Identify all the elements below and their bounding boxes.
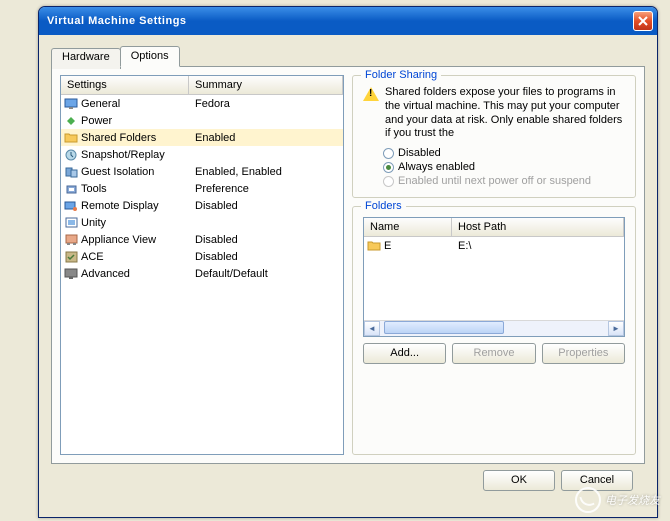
add-button[interactable]: Add... <box>363 343 446 364</box>
folder-row[interactable]: E E:\ <box>364 237 624 254</box>
radio-always[interactable]: Always enabled <box>383 161 625 173</box>
clock-icon <box>63 147 79 163</box>
folder-sharing-group: Folder Sharing Shared folders expose you… <box>352 75 636 198</box>
col-summary[interactable]: Summary <box>189 76 343 95</box>
folders-header: Name Host Path <box>364 218 624 237</box>
tab-options[interactable]: Options <box>120 46 180 67</box>
warning-text: Shared folders expose your files to prog… <box>385 86 625 141</box>
dialog-buttons: OK Cancel <box>51 464 645 491</box>
list-item-tools[interactable]: ToolsPreference <box>61 180 343 197</box>
scroll-left-button[interactable]: ◄ <box>364 321 380 336</box>
remote-icon <box>63 198 79 214</box>
radio-icon <box>383 162 394 173</box>
remove-button: Remove <box>452 343 535 364</box>
list-item-appliance-view[interactable]: Appliance ViewDisabled <box>61 231 343 248</box>
hscrollbar[interactable]: ◄ ► <box>364 320 624 336</box>
properties-button: Properties <box>542 343 625 364</box>
monitor-icon <box>63 96 79 112</box>
titlebar: Virtual Machine Settings <box>39 7 657 35</box>
folder-icon <box>366 238 382 254</box>
list-body: GeneralFedora Power Shared FoldersEnable… <box>61 95 343 282</box>
scroll-thumb[interactable] <box>384 321 504 334</box>
list-header: Settings Summary <box>61 76 343 95</box>
warning-row: Shared folders expose your files to prog… <box>363 86 625 141</box>
ace-icon <box>63 249 79 265</box>
col-settings[interactable]: Settings <box>61 76 189 95</box>
list-item-power[interactable]: Power <box>61 112 343 129</box>
folder-buttons: Add... Remove Properties <box>363 343 625 364</box>
list-item-unity[interactable]: Unity <box>61 214 343 231</box>
scroll-track[interactable] <box>380 321 608 336</box>
tab-hardware[interactable]: Hardware <box>51 48 121 69</box>
list-item-guest-isolation[interactable]: Guest IsolationEnabled, Enabled <box>61 163 343 180</box>
close-button[interactable] <box>633 11 653 31</box>
radio-disabled[interactable]: Disabled <box>383 147 625 159</box>
unity-icon <box>63 215 79 231</box>
tab-strip: Hardware Options <box>51 46 645 67</box>
scroll-right-button[interactable]: ► <box>608 321 624 336</box>
folders-body: E E:\ <box>364 237 624 320</box>
isolation-icon <box>63 164 79 180</box>
col-hostpath[interactable]: Host Path <box>452 218 624 237</box>
settings-list: Settings Summary GeneralFedora Power <box>60 75 344 455</box>
right-column: Folder Sharing Shared folders expose you… <box>352 75 636 455</box>
cancel-button[interactable]: Cancel <box>561 470 633 491</box>
list-item-advanced[interactable]: AdvancedDefault/Default <box>61 265 343 282</box>
settings-window: Virtual Machine Settings Hardware Option… <box>38 6 658 518</box>
left-column: Settings Summary GeneralFedora Power <box>60 75 344 455</box>
content-area: Hardware Options Settings Summary Genera… <box>39 35 657 499</box>
list-item-ace[interactable]: ACEDisabled <box>61 248 343 265</box>
folders-group: Folders Name Host Path E E:\ <box>352 206 636 455</box>
close-icon <box>638 16 648 26</box>
tab-panel: Settings Summary GeneralFedora Power <box>51 66 645 464</box>
list-item-remote-display[interactable]: Remote DisplayDisabled <box>61 197 343 214</box>
tools-icon <box>63 181 79 197</box>
radio-icon <box>383 148 394 159</box>
sharing-legend: Folder Sharing <box>361 69 441 81</box>
col-name[interactable]: Name <box>364 218 452 237</box>
warning-icon <box>363 87 379 101</box>
folder-icon <box>63 130 79 146</box>
radio-until-poweroff: Enabled until next power off or suspend <box>383 175 625 187</box>
radio-icon <box>383 176 394 187</box>
list-item-snapshot[interactable]: Snapshot/Replay <box>61 146 343 163</box>
folders-legend: Folders <box>361 200 406 212</box>
list-item-general[interactable]: GeneralFedora <box>61 95 343 112</box>
ok-button[interactable]: OK <box>483 470 555 491</box>
appliance-icon <box>63 232 79 248</box>
folders-list: Name Host Path E E:\ ◄ <box>363 217 625 337</box>
window-title: Virtual Machine Settings <box>47 15 633 27</box>
power-icon <box>63 113 79 129</box>
advanced-icon <box>63 266 79 282</box>
list-item-shared-folders[interactable]: Shared FoldersEnabled <box>61 129 343 146</box>
